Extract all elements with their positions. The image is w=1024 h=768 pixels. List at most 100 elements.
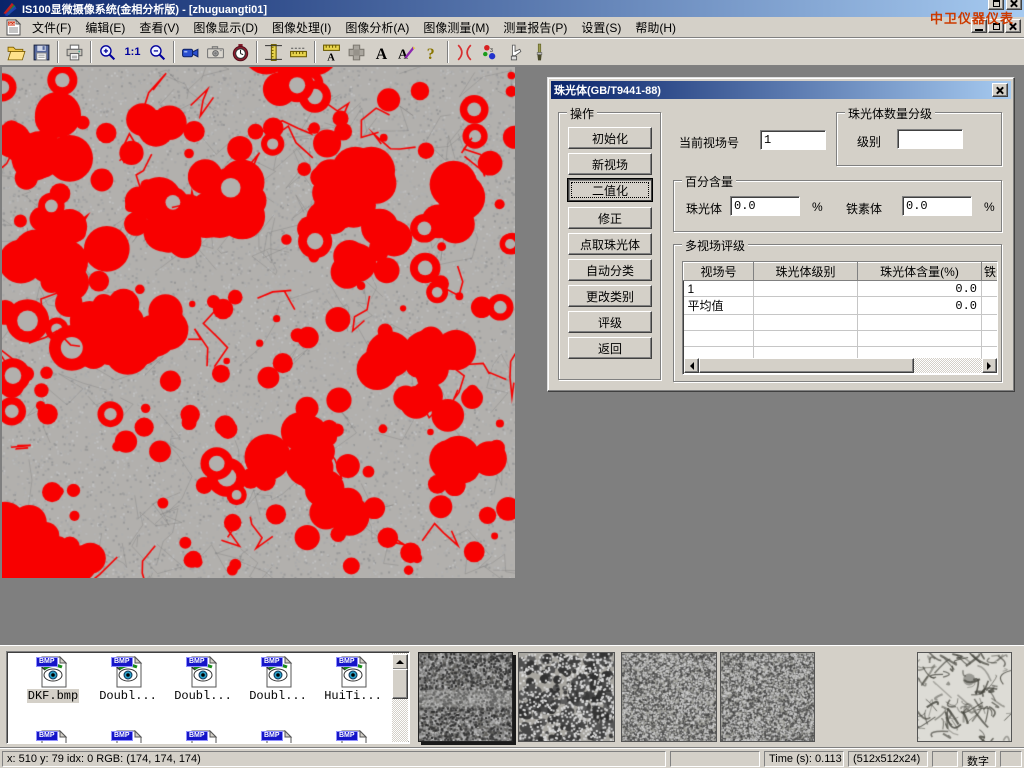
caliper-icon[interactable] [261, 40, 286, 64]
status-empty [670, 751, 760, 767]
table-row[interactable]: 10.0 [684, 281, 999, 297]
pick-pearlite-button[interactable]: 点取珠光体 [568, 233, 652, 255]
file-item[interactable]: BMP HuiTi... [318, 656, 388, 703]
multifield-group-title: 多视场评级 [682, 237, 748, 254]
vendor-watermark: 中卫仪器仪表 [930, 8, 1014, 27]
stopwatch-icon[interactable] [228, 40, 253, 64]
file-item[interactable]: BMP [93, 730, 163, 744]
file-list-scrollbar[interactable] [392, 653, 408, 742]
scroll-left-button[interactable] [684, 358, 699, 373]
text-icon[interactable]: A [369, 40, 394, 64]
svg-text:?: ? [427, 45, 435, 61]
col-ferrite-pct[interactable]: 铁素体含量(%) [982, 263, 999, 281]
grade-level-label: 级别 [857, 133, 881, 150]
status-bar: x: 510 y: 79 idx: 0 RGB: (174, 174, 174)… [0, 747, 1024, 768]
ruler-icon[interactable] [286, 40, 311, 64]
mode-status: 数字 [962, 751, 996, 767]
operations-group: 操作 初始化 新视场 二值化 修正 点取珠光体 自动分类 更改类别 评级 返回 [558, 112, 661, 380]
print-icon[interactable] [62, 40, 87, 64]
file-item[interactable]: BMP [168, 730, 238, 744]
file-name[interactable]: Doubl... [98, 689, 158, 703]
current-field-input[interactable]: 1 [760, 130, 826, 150]
open-icon[interactable] [4, 40, 29, 64]
toolbar-separator [314, 41, 316, 63]
app-icon [2, 1, 18, 16]
spline-icon[interactable] [452, 40, 477, 64]
bmp-file-icon: BMP [111, 656, 145, 688]
binarize-button[interactable]: 二值化 [568, 179, 652, 201]
paintbrush-icon[interactable] [527, 40, 552, 64]
table-horizontal-scrollbar[interactable] [684, 358, 997, 373]
bmp-file-icon: BMP [111, 730, 145, 744]
thumbnail-5[interactable] [917, 652, 1012, 742]
file-name[interactable]: Doubl... [173, 689, 233, 703]
new-field-button[interactable]: 新视场 [568, 153, 652, 175]
menu-help[interactable]: 帮助(H) [628, 17, 683, 38]
image-size-status: (512x512x24) [848, 751, 928, 767]
change-class-button[interactable]: 更改类别 [568, 285, 652, 307]
micrograph-image[interactable] [2, 67, 515, 578]
calibrate-icon[interactable]: A [319, 40, 344, 64]
menu-image-analysis[interactable]: 图像分析(A) [338, 17, 416, 38]
zoom-in-icon[interactable] [95, 40, 120, 64]
menu-image-display[interactable]: 图像显示(D) [186, 17, 265, 38]
thumbnail-1[interactable] [418, 652, 513, 742]
col-pearlite-pct[interactable]: 珠光体含量(%) [858, 263, 982, 281]
bmp-file-icon: BMP [186, 730, 220, 744]
scroll-up-button[interactable] [392, 654, 408, 670]
help-icon[interactable]: ? [419, 40, 444, 64]
grade-level-input[interactable] [897, 129, 963, 149]
file-name[interactable]: HuiTi... [323, 689, 383, 703]
dialog-close-button[interactable] [992, 83, 1008, 97]
status-empty [1000, 751, 1022, 767]
menu-image-measure[interactable]: 图像测量(M) [416, 17, 496, 38]
file-item[interactable]: BMP Doubl... [168, 656, 238, 703]
pointer-hand-icon[interactable] [502, 40, 527, 64]
file-name[interactable]: DKF.bmp [27, 689, 79, 703]
text-style-icon[interactable]: A [394, 40, 419, 64]
ferrite-percent-input[interactable]: 0.0 [902, 196, 972, 216]
file-item[interactable]: BMP [318, 730, 388, 744]
scrollbar-thumb[interactable] [699, 358, 914, 373]
scroll-down-button[interactable] [408, 726, 410, 742]
menu-settings[interactable]: 设置(S) [574, 17, 628, 38]
camera-icon[interactable] [203, 40, 228, 64]
auto-classify-button[interactable]: 自动分类 [568, 259, 652, 281]
actual-size-icon[interactable]: 1:1 [120, 40, 145, 64]
scrollbar-thumb[interactable] [392, 669, 408, 699]
percent-group: 百分含量 珠光体 0.0 % 铁素体 0.0 % [673, 180, 1002, 232]
col-pearlite-grade[interactable]: 珠光体级别 [754, 263, 858, 281]
svg-text:A: A [376, 45, 388, 61]
return-button[interactable]: 返回 [568, 337, 652, 359]
menu-measure-report[interactable]: 测量报告(P) [496, 17, 574, 38]
thumbnail-2[interactable] [518, 652, 615, 742]
thumbnail-4[interactable] [720, 652, 815, 742]
grade-button[interactable]: 评级 [568, 311, 652, 333]
dialog-title-bar[interactable]: 珠光体(GB/T9441-88) [551, 81, 1011, 99]
menu-view[interactable]: 查看(V) [132, 17, 186, 38]
menu-edit[interactable]: 编辑(E) [78, 17, 132, 38]
file-item[interactable]: BMP Doubl... [243, 656, 313, 703]
scroll-right-button[interactable] [982, 358, 997, 373]
menu-image-processing[interactable]: 图像处理(I) [265, 17, 338, 38]
video-camera-icon[interactable] [178, 40, 203, 64]
initialize-button[interactable]: 初始化 [568, 127, 652, 149]
merge-icon[interactable] [344, 40, 369, 64]
bmp-file-icon: BMP [261, 730, 295, 744]
file-item[interactable]: BMP Doubl... [93, 656, 163, 703]
zoom-out-icon[interactable] [145, 40, 170, 64]
scrollbar-track[interactable] [699, 358, 982, 373]
file-item[interactable]: BMP [18, 730, 88, 744]
file-item[interactable]: BMP [243, 730, 313, 744]
correct-button[interactable]: 修正 [568, 207, 652, 229]
thumbnail-3[interactable] [621, 652, 717, 742]
save-icon[interactable] [29, 40, 54, 64]
file-name[interactable]: Doubl... [248, 689, 308, 703]
pearlite-percent-input[interactable]: 0.0 [730, 196, 800, 216]
particles-icon[interactable]: 3 [477, 40, 502, 64]
table-row[interactable]: 平均值0.0 [684, 297, 999, 315]
menu-file[interactable]: 文件(F) [25, 17, 78, 38]
cursor-position-status: x: 510 y: 79 idx: 0 RGB: (174, 174, 174) [2, 751, 666, 767]
col-field-no[interactable]: 视场号 [684, 263, 754, 281]
file-item[interactable]: BMP DKF.bmp [18, 656, 88, 703]
